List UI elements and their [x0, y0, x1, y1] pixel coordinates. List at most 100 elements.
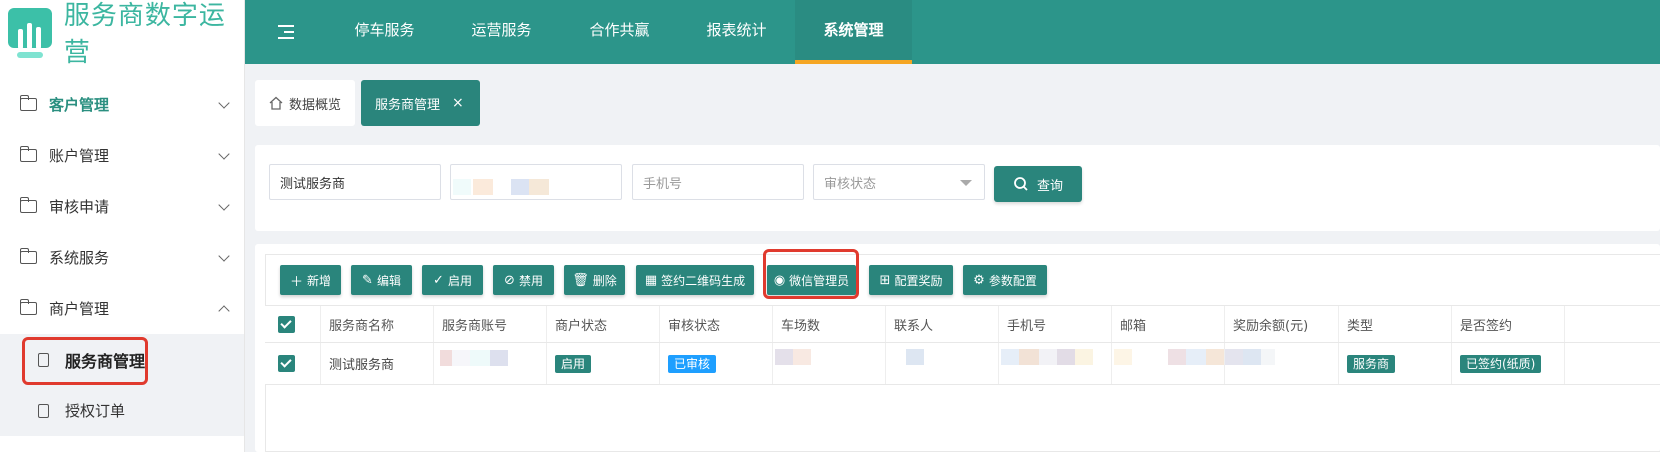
- tab-provider-management[interactable]: 服务商管理 ×: [361, 80, 480, 126]
- disable-button[interactable]: ⊘ 禁用: [493, 265, 554, 295]
- cell-merchant-status: 启用: [547, 343, 660, 384]
- table-header: 服务商名称 服务商账号 商户状态 审核状态 车场数 联系人 手机号 邮箱 奖励余…: [265, 305, 1660, 343]
- qrcode-icon: ▦: [644, 272, 658, 288]
- app-logo: 服务商数字运营: [0, 0, 244, 68]
- edit-button[interactable]: ✎ 编辑: [351, 265, 412, 295]
- qr-label: 签约二维码生成: [661, 273, 746, 288]
- reward-config-button[interactable]: ⊞ 配置奖励: [869, 265, 953, 295]
- close-icon[interactable]: ×: [452, 95, 464, 111]
- audit-badge: 已审核: [668, 354, 717, 373]
- highlight-box: [763, 249, 859, 299]
- sidebar-item-label: 客户管理: [49, 96, 110, 114]
- select-all-cell: [265, 306, 321, 342]
- cell-audit-status: 已审核: [660, 343, 773, 384]
- cell-provider-account: [434, 343, 547, 384]
- file-icon: [38, 403, 49, 418]
- cell-signed: 已签约(纸质): [1452, 343, 1565, 384]
- reward-label: 配置奖励: [894, 273, 943, 288]
- provider-name-input[interactable]: 测试服务商: [269, 164, 441, 200]
- sidebar-item-label: 商户管理: [49, 300, 110, 318]
- caret-down-icon: [960, 180, 972, 186]
- folder-icon: [19, 197, 37, 213]
- top-navbar: 停车服务 运营服务 合作共赢 报表统计 系统管理: [245, 0, 1660, 64]
- cell-lot-count: [773, 343, 886, 384]
- col-header: 车场数: [773, 306, 886, 342]
- folder-icon: [19, 95, 37, 111]
- disable-label: 禁用: [518, 273, 543, 288]
- gear-icon: ⚙: [973, 272, 985, 288]
- phone-input[interactable]: 手机号: [632, 164, 804, 200]
- check-circle-icon: ✓: [433, 272, 444, 288]
- row-checkbox[interactable]: [278, 355, 295, 372]
- sidebar-item-label: 账户管理: [49, 147, 110, 165]
- nav-parking-service[interactable]: 停车服务: [338, 0, 431, 64]
- home-icon: [269, 96, 283, 110]
- edit-label: 编辑: [376, 273, 401, 288]
- folder-icon: [19, 299, 37, 315]
- col-header: 手机号: [999, 306, 1112, 342]
- query-label: 查询: [1036, 178, 1063, 194]
- tab-data-overview[interactable]: 数据概览: [255, 80, 355, 126]
- chevron-down-icon: [218, 199, 230, 211]
- audit-status-select[interactable]: 审核状态: [813, 164, 985, 200]
- signed-badge: 已签约(纸质): [1460, 354, 1542, 373]
- enable-label: 启用: [447, 273, 472, 288]
- nav-operation-service[interactable]: 运营服务: [455, 0, 548, 64]
- select-all-checkbox[interactable]: [278, 315, 295, 333]
- chevron-down-icon: [218, 148, 230, 160]
- tab-label: 服务商管理: [375, 97, 441, 113]
- sidebar-item-audit[interactable]: 审核申请: [0, 181, 244, 232]
- nav-reports[interactable]: 报表统计: [690, 0, 783, 64]
- nav-system-management[interactable]: 系统管理: [795, 0, 912, 64]
- col-header: 联系人: [886, 306, 999, 342]
- folder-icon: [19, 248, 37, 264]
- sidebar-item-label: 授权订单: [65, 402, 126, 420]
- cell-provider-name: 测试服务商: [321, 343, 434, 384]
- col-header: 类型: [1339, 306, 1452, 342]
- sidebar-item-customer[interactable]: 客户管理: [0, 79, 244, 130]
- nav-cooperation[interactable]: 合作共赢: [573, 0, 666, 64]
- chevron-up-icon: [218, 305, 230, 317]
- select-value: 审核状态: [824, 176, 877, 192]
- enable-button[interactable]: ✓ 启用: [422, 265, 483, 295]
- col-header: 商户状态: [547, 306, 660, 342]
- folder-icon: [19, 146, 37, 162]
- delete-label: 删除: [592, 273, 617, 288]
- cell-email: [1112, 343, 1225, 384]
- col-header: 服务商账号: [434, 306, 547, 342]
- col-header: 是否签约: [1452, 306, 1565, 342]
- query-button[interactable]: 查询: [994, 166, 1082, 202]
- plus-icon: ＋: [289, 274, 303, 290]
- qr-generate-button[interactable]: ▦ 签约二维码生成: [636, 265, 754, 295]
- search-icon: [1014, 177, 1028, 191]
- add-label: 新增: [307, 273, 332, 288]
- sidebar-item-system-service[interactable]: 系统服务: [0, 232, 244, 283]
- col-header: 奖励余额(元): [1225, 306, 1339, 342]
- params-label: 参数配置: [988, 273, 1037, 288]
- status-badge: 启用: [555, 354, 592, 373]
- col-header: 服务商名称: [321, 306, 434, 342]
- sidebar-item-account[interactable]: 账户管理: [0, 130, 244, 181]
- sidebar-item-auth-orders[interactable]: 授权订单: [0, 385, 244, 436]
- col-header: 邮箱: [1112, 306, 1225, 342]
- params-config-button[interactable]: ⚙ 参数配置: [963, 265, 1047, 295]
- table-row[interactable]: 测试服务商 启用 已审核 服务商 已签约(纸质): [265, 343, 1660, 385]
- trash-icon: 🗑: [572, 272, 589, 288]
- cell-reward-balance: [1225, 343, 1339, 384]
- ban-icon: ⊘: [504, 272, 515, 288]
- delete-button[interactable]: 🗑 删除: [564, 265, 625, 295]
- sidebar-item-label: 审核申请: [49, 198, 110, 216]
- col-header: 审核状态: [660, 306, 773, 342]
- cell-type: 服务商: [1339, 343, 1452, 384]
- sidebar-item-merchant[interactable]: 商户管理: [0, 283, 244, 334]
- cell-contact: [886, 343, 999, 384]
- chevron-down-icon: [218, 250, 230, 262]
- tab-label: 数据概览: [289, 97, 342, 113]
- highlight-box: [22, 337, 148, 385]
- pencil-icon: ✎: [362, 272, 373, 288]
- provider-account-input[interactable]: [450, 164, 622, 200]
- type-badge: 服务商: [1347, 354, 1396, 373]
- menu-toggle-icon[interactable]: [278, 25, 294, 39]
- add-button[interactable]: ＋ 新增: [280, 265, 341, 295]
- row-select-cell: [265, 343, 321, 384]
